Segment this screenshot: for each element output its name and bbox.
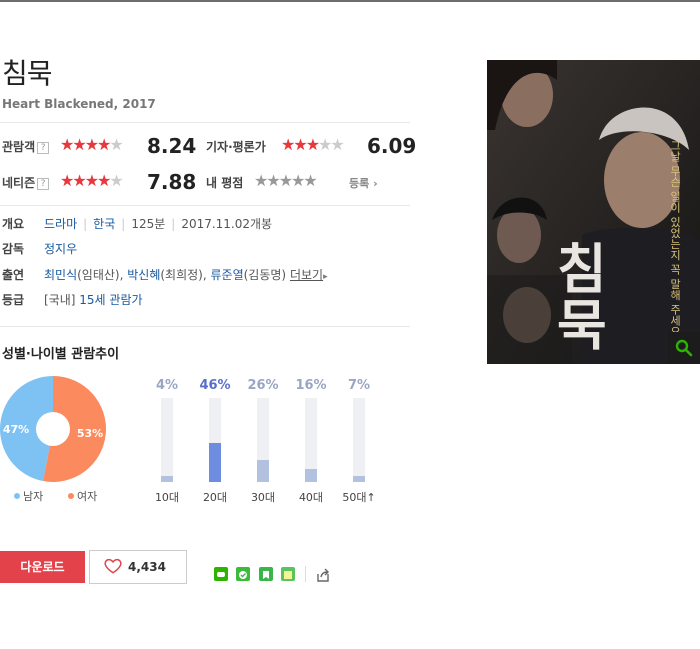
female-legend: 여자 <box>68 488 97 504</box>
my-rating-stars[interactable]: ★★★★★ <box>254 173 318 189</box>
age-pct-label: 26% <box>247 378 279 393</box>
movie-poster[interactable]: 침묵 그날 무슨 일이 있었는지 꼭 말해 주세요 <box>487 60 700 364</box>
share-talk-icon[interactable] <box>236 567 250 581</box>
cast-link[interactable]: 박신혜 <box>127 268 160 282</box>
director-link[interactable]: 정지우 <box>44 242 77 256</box>
age-label: 50대↑ <box>342 491 376 504</box>
netizen-rating-label: 네티즌? <box>2 174 50 191</box>
age-label: 10대 <box>154 491 180 504</box>
cast-role: (임태산) <box>77 268 120 282</box>
age-bar <box>161 398 173 482</box>
help-icon[interactable]: ? <box>37 178 50 190</box>
age-bar <box>209 398 221 482</box>
share-bookmark-icon[interactable] <box>259 567 273 581</box>
age-bar <box>305 398 317 482</box>
rating-grade-prefix: [국내] <box>44 293 76 307</box>
like-button[interactable]: 4,434 <box>89 550 187 584</box>
age-pct-label: 4% <box>155 378 179 393</box>
genre-link[interactable]: 드라마 <box>44 217 77 231</box>
netizen-score: 7.88 <box>147 170 197 194</box>
chevron-right-icon: › <box>373 177 378 190</box>
my-rating-label: 내 평점 <box>206 176 244 190</box>
register-rating-link[interactable]: 등록 › <box>349 175 378 191</box>
netizen-stars: ★★★★★ <box>60 171 124 190</box>
critics-stars: ★★★★★ <box>281 135 345 154</box>
cast-list: 최민식(임태산), 박신혜(최희정), 류준열(김동명) 더보기▸ <box>44 268 328 282</box>
divider <box>0 205 410 206</box>
poster-image: 침묵 그날 무슨 일이 있었는지 꼭 말해 주세요 <box>487 60 700 364</box>
cast-link[interactable]: 류준열 <box>211 268 244 282</box>
overview-values: 드라마 | 한국 | 125분 | 2017.11.02개봉 <box>44 217 273 231</box>
divider <box>0 326 410 327</box>
cast-role: (최희정) <box>160 268 203 282</box>
overview-label: 개요 <box>2 217 25 231</box>
age-pct-label: 16% <box>295 378 327 393</box>
help-icon[interactable]: ? <box>37 142 50 154</box>
audience-score: 8.24 <box>147 134 197 158</box>
release-date: 2017.11.02개봉 <box>181 217 273 231</box>
movie-title: 침묵 <box>2 57 53 90</box>
heart-icon <box>104 558 122 574</box>
poster-title-text: 침묵 <box>557 237 607 357</box>
female-legend-dot <box>68 493 74 499</box>
age-bar-fill <box>353 476 365 482</box>
age-pct-label: 46% <box>199 378 231 393</box>
cast-link[interactable]: 최민식 <box>44 268 77 282</box>
age-bar <box>353 398 365 482</box>
top-border <box>0 0 700 2</box>
male-legend: 남자 <box>14 488 43 504</box>
male-pct-label: 47% <box>3 423 29 436</box>
share-memo-icon[interactable] <box>281 567 295 581</box>
age-bar-fill <box>209 443 221 482</box>
share-divider <box>305 566 306 582</box>
female-pct-label: 53% <box>77 427 103 440</box>
cast-label: 출연 <box>2 268 25 282</box>
director-label: 감독 <box>2 242 25 256</box>
age-bar-fill <box>305 469 317 482</box>
audience-rating-label: 관람객? <box>2 138 50 155</box>
age-label: 40대 <box>298 491 324 504</box>
cast-role: (김동명) <box>243 268 287 282</box>
poster-zoom-button[interactable] <box>668 332 700 364</box>
runtime: 125분 <box>131 217 166 231</box>
rating-grade-label: 등급 <box>2 293 25 307</box>
gender-donut-chart: 47% 53% <box>0 376 106 482</box>
age-bar-fill <box>161 476 173 482</box>
age-pct-label: 7% <box>347 378 371 393</box>
movie-subtitle: Heart Blackened, 2017 <box>2 97 156 111</box>
divider <box>0 122 410 123</box>
share-line-icon[interactable] <box>214 567 228 581</box>
age-label: 30대 <box>250 491 276 504</box>
search-icon <box>675 339 693 357</box>
critics-rating-label: 기자·평론가 <box>206 140 266 154</box>
audience-stars: ★★★★★ <box>60 135 124 154</box>
age-label: 20대 <box>202 491 228 504</box>
poster-tagline: 그날 무슨 일이 있었는지 꼭 말해 주세요 <box>669 140 682 337</box>
country-link[interactable]: 한국 <box>93 217 115 231</box>
male-legend-dot <box>14 493 20 499</box>
age-bar-fill <box>257 460 269 482</box>
download-button[interactable]: 다운로드 <box>0 551 85 583</box>
caret-right-icon: ▸ <box>323 272 328 282</box>
like-count: 4,434 <box>128 560 166 574</box>
demographics-title: 성별·나이별 관람추이 <box>2 347 120 362</box>
more-cast-link[interactable]: 더보기 <box>290 268 323 282</box>
donut-hole <box>36 412 70 446</box>
critics-score: 6.09 <box>367 134 417 158</box>
age-bar <box>257 398 269 482</box>
rating-grade-link[interactable]: 15세 관람가 <box>79 293 142 307</box>
share-export-icon[interactable] <box>315 567 329 582</box>
